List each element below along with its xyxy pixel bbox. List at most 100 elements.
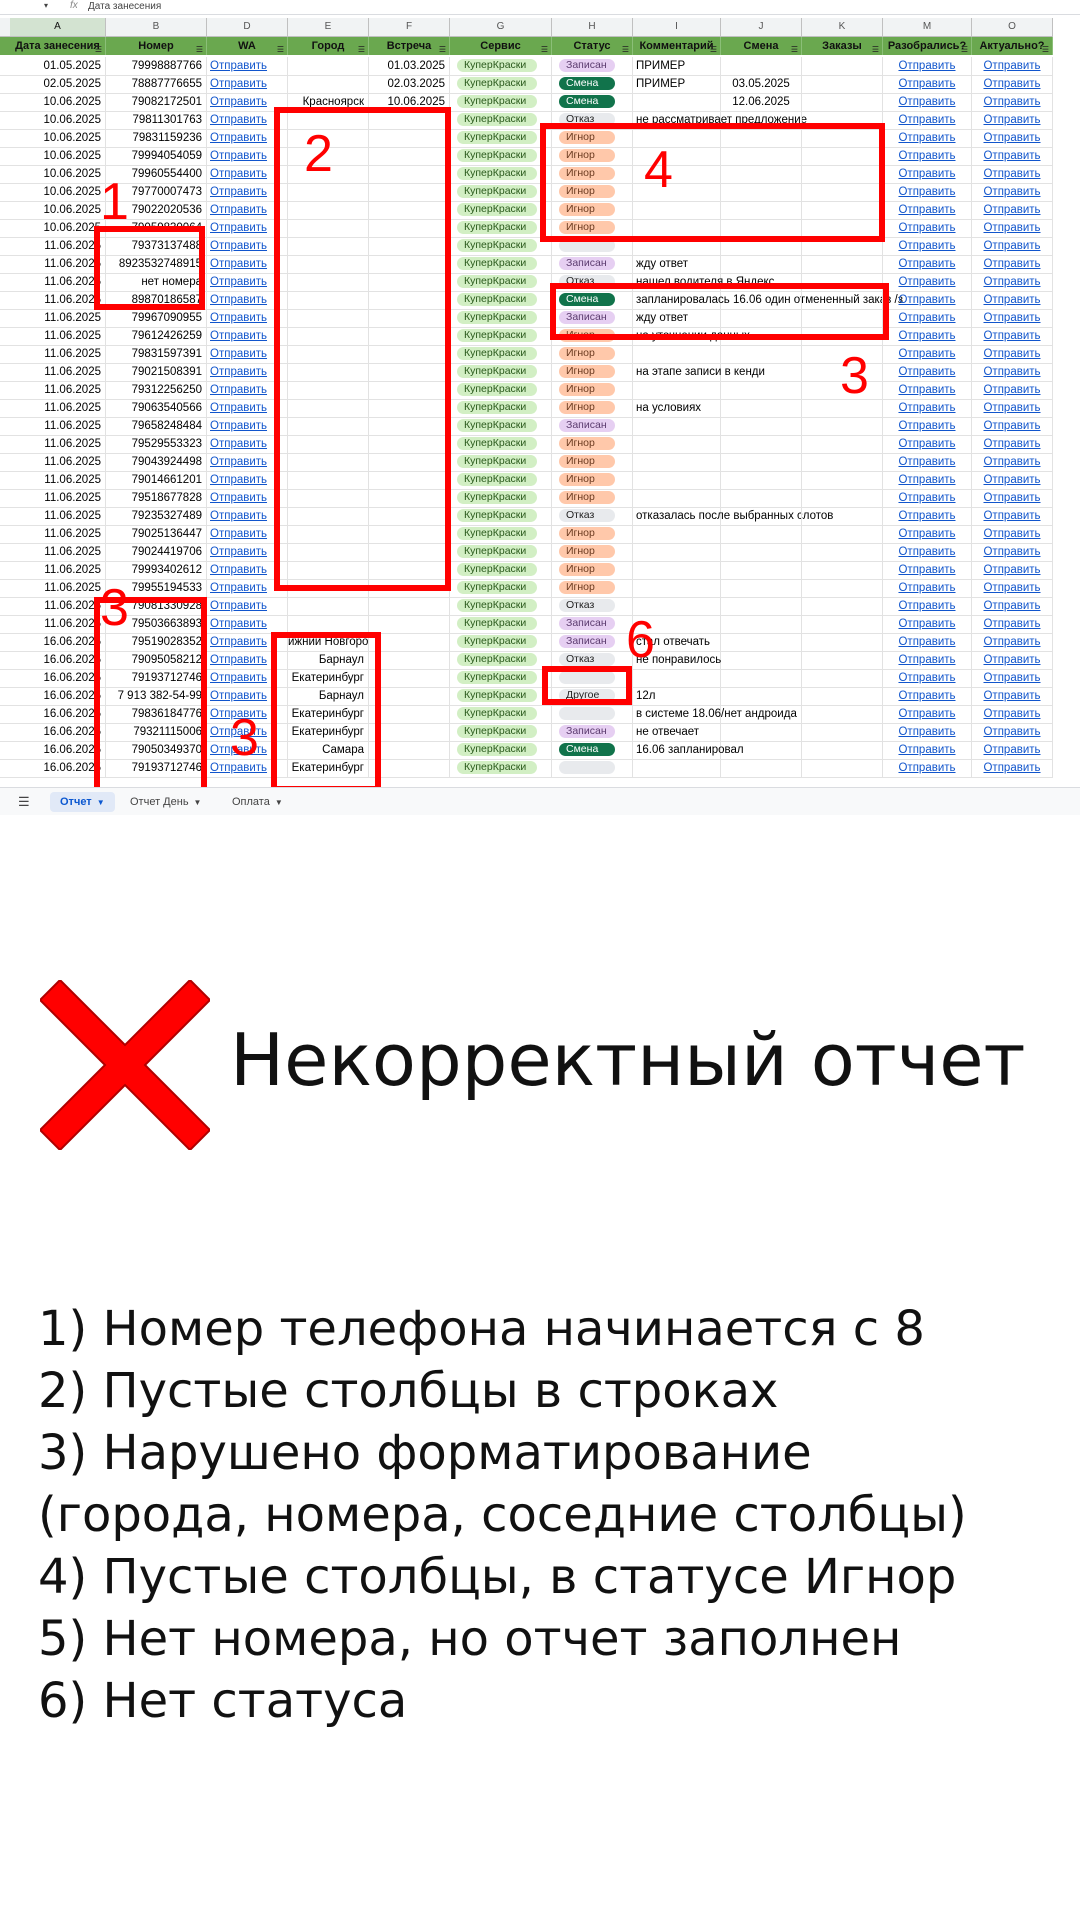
status-chip[interactable]: Игнор [559, 347, 615, 361]
shift-cell[interactable] [721, 633, 802, 651]
tab-report-day[interactable]: Отчет День ▼ [120, 792, 211, 812]
send-link[interactable]: Отправить [983, 582, 1040, 594]
phone-cell[interactable]: 79993402612 [106, 561, 207, 579]
shift-cell[interactable] [721, 687, 802, 705]
date-cell[interactable]: 11.06.2025 [10, 507, 106, 525]
phone-cell[interactable]: 79024419706 [106, 543, 207, 561]
send-link[interactable]: Отправить [983, 384, 1040, 396]
send-link[interactable]: Отправить [898, 420, 955, 432]
send-link[interactable]: Отправить [898, 276, 955, 288]
shift-cell[interactable] [721, 507, 802, 525]
service-cell[interactable]: КуперКраски [450, 435, 552, 453]
send-link[interactable]: Отправить [983, 762, 1040, 774]
actual-cell[interactable]: Отправить [972, 255, 1053, 273]
shift-cell[interactable] [721, 363, 802, 381]
phone-cell[interactable]: 79967090955 [106, 309, 207, 327]
orders-cell[interactable] [802, 633, 883, 651]
send-link[interactable]: Отправить [898, 726, 955, 738]
comment-cell[interactable] [633, 525, 721, 543]
service-cell[interactable]: КуперКраски [450, 453, 552, 471]
date-cell[interactable]: 16.06.2025 [10, 705, 106, 723]
status-chip[interactable]: Игнор [559, 527, 615, 541]
service-chip[interactable]: КуперКраски [457, 329, 537, 343]
resolved-cell[interactable]: Отправить [883, 435, 972, 453]
status-cell[interactable] [552, 759, 633, 777]
date-cell[interactable]: 11.06.2025 [10, 291, 106, 309]
status-chip[interactable]: Записан [559, 617, 615, 631]
resolved-cell[interactable]: Отправить [883, 57, 972, 75]
send-link[interactable]: Отправить [898, 222, 955, 234]
tab-payment[interactable]: Оплата ▼ [222, 792, 293, 812]
shift-cell[interactable] [721, 489, 802, 507]
shift-cell[interactable] [721, 723, 802, 741]
service-chip[interactable]: КуперКраски [457, 293, 537, 307]
send-link[interactable]: Отправить [983, 150, 1040, 162]
date-cell[interactable]: 11.06.2025 [10, 381, 106, 399]
filter-icon[interactable]: ☰ [439, 41, 446, 55]
service-cell[interactable]: КуперКраски [450, 75, 552, 93]
send-link[interactable]: Отправить [210, 150, 267, 162]
service-chip[interactable]: КуперКраски [457, 419, 537, 433]
service-cell[interactable]: КуперКраски [450, 399, 552, 417]
actual-cell[interactable]: Отправить [972, 147, 1053, 165]
service-cell[interactable]: КуперКраски [450, 561, 552, 579]
service-chip[interactable]: КуперКраски [457, 743, 537, 757]
filter-icon[interactable]: ☰ [791, 41, 798, 55]
send-link[interactable]: Отправить [898, 564, 955, 576]
comment-cell[interactable] [633, 453, 721, 471]
status-chip[interactable]: Записан [559, 419, 615, 433]
status-chip[interactable]: Игнор [559, 365, 615, 379]
column-letter[interactable]: G [450, 18, 552, 36]
status-cell[interactable]: Смена [552, 93, 633, 111]
service-cell[interactable]: КуперКраски [450, 597, 552, 615]
service-chip[interactable]: КуперКраски [457, 401, 537, 415]
column-letter[interactable]: E [288, 18, 369, 36]
status-chip[interactable]: Игнор [559, 581, 615, 595]
tab-dropdown-icon[interactable]: ▼ [275, 798, 283, 807]
resolved-cell[interactable]: Отправить [883, 579, 972, 597]
service-chip[interactable]: КуперКраски [457, 239, 537, 253]
status-chip[interactable]: Смена [559, 95, 615, 109]
resolved-cell[interactable]: Отправить [883, 309, 972, 327]
comment-cell[interactable]: жду ответ [633, 255, 721, 273]
orders-cell[interactable] [802, 741, 883, 759]
date-cell[interactable]: 11.06.2025 [10, 543, 106, 561]
actual-cell[interactable]: Отправить [972, 363, 1053, 381]
send-link[interactable]: Отправить [983, 690, 1040, 702]
service-cell[interactable]: КуперКраски [450, 489, 552, 507]
send-link[interactable]: Отправить [983, 348, 1040, 360]
meeting-cell[interactable] [369, 615, 450, 633]
city-cell[interactable] [288, 75, 369, 93]
date-cell[interactable]: 10.06.2025 [10, 147, 106, 165]
resolved-cell[interactable]: Отправить [883, 327, 972, 345]
date-cell[interactable]: 16.06.2025 [10, 741, 106, 759]
send-link[interactable]: Отправить [983, 312, 1040, 324]
status-chip[interactable] [559, 761, 615, 775]
date-cell[interactable]: 10.06.2025 [10, 111, 106, 129]
send-link[interactable]: Отправить [898, 330, 955, 342]
send-link[interactable]: Отправить [898, 618, 955, 630]
send-link[interactable]: Отправить [983, 744, 1040, 756]
actual-cell[interactable]: Отправить [972, 93, 1053, 111]
resolved-cell[interactable]: Отправить [883, 291, 972, 309]
service-chip[interactable]: КуперКраски [457, 311, 537, 325]
actual-cell[interactable]: Отправить [972, 165, 1053, 183]
phone-cell[interactable]: 79994054059 [106, 147, 207, 165]
send-link[interactable]: Отправить [898, 348, 955, 360]
send-link[interactable]: Отправить [898, 744, 955, 756]
comment-cell[interactable] [633, 543, 721, 561]
send-link[interactable]: Отправить [210, 564, 267, 576]
status-chip[interactable]: Игнор [559, 491, 615, 505]
filter-icon[interactable]: ☰ [95, 41, 102, 55]
orders-cell[interactable] [802, 723, 883, 741]
send-link[interactable]: Отправить [983, 78, 1040, 90]
send-link[interactable]: Отправить [210, 168, 267, 180]
service-chip[interactable]: КуперКраски [457, 671, 537, 685]
status-cell[interactable]: Игнор [552, 363, 633, 381]
send-link[interactable]: Отправить [983, 708, 1040, 720]
shift-cell[interactable]: 03.05.2025 [721, 75, 802, 93]
send-link[interactable]: Отправить [983, 168, 1040, 180]
resolved-cell[interactable]: Отправить [883, 255, 972, 273]
comment-cell[interactable]: не отвечает [633, 723, 721, 741]
send-link[interactable]: Отправить [983, 114, 1040, 126]
